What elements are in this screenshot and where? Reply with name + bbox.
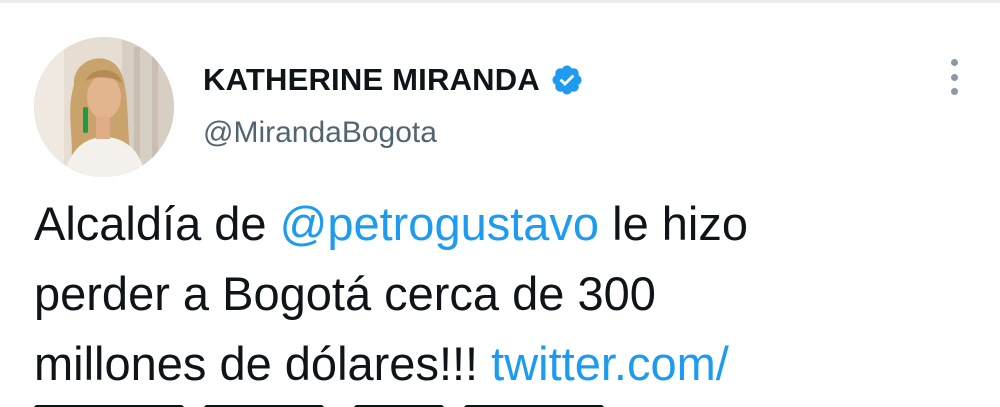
- author-row: KATHERINE MIRANDA: [203, 60, 584, 100]
- dot-icon: [950, 73, 958, 81]
- tweet-text-line-3: millones de dólares!!! twitter.com/: [34, 329, 974, 399]
- tweet-card: KATHERINE MIRANDA @MirandaBogota Alcaldí…: [0, 0, 1000, 407]
- url-link[interactable]: twitter.com/: [491, 337, 729, 390]
- dot-icon: [950, 88, 958, 95]
- tweet-text-segment: le hizo: [599, 197, 748, 250]
- mention-link[interactable]: @petrogustavo: [280, 197, 599, 250]
- more-options-icon[interactable]: [942, 55, 966, 99]
- dot-icon: [950, 59, 958, 66]
- tweet-text: Alcaldía de @petrogustavo le hizo perder…: [34, 189, 974, 399]
- tweet-text-segment: Alcaldía de: [34, 197, 280, 250]
- tweet-text-segment: millones de dólares!!!: [34, 337, 492, 390]
- cropped-next-line: [34, 403, 934, 407]
- display-name[interactable]: KATHERINE MIRANDA: [203, 62, 540, 98]
- tweet-text-line-2: perder a Bogotá cerca de 300: [34, 267, 656, 320]
- username-handle[interactable]: @MirandaBogota: [203, 116, 437, 150]
- profile-photo: [34, 37, 174, 177]
- avatar[interactable]: [34, 37, 174, 177]
- verified-badge-icon: [550, 63, 584, 97]
- tweet-text-line-1: Alcaldía de @petrogustavo le hizo: [34, 189, 974, 259]
